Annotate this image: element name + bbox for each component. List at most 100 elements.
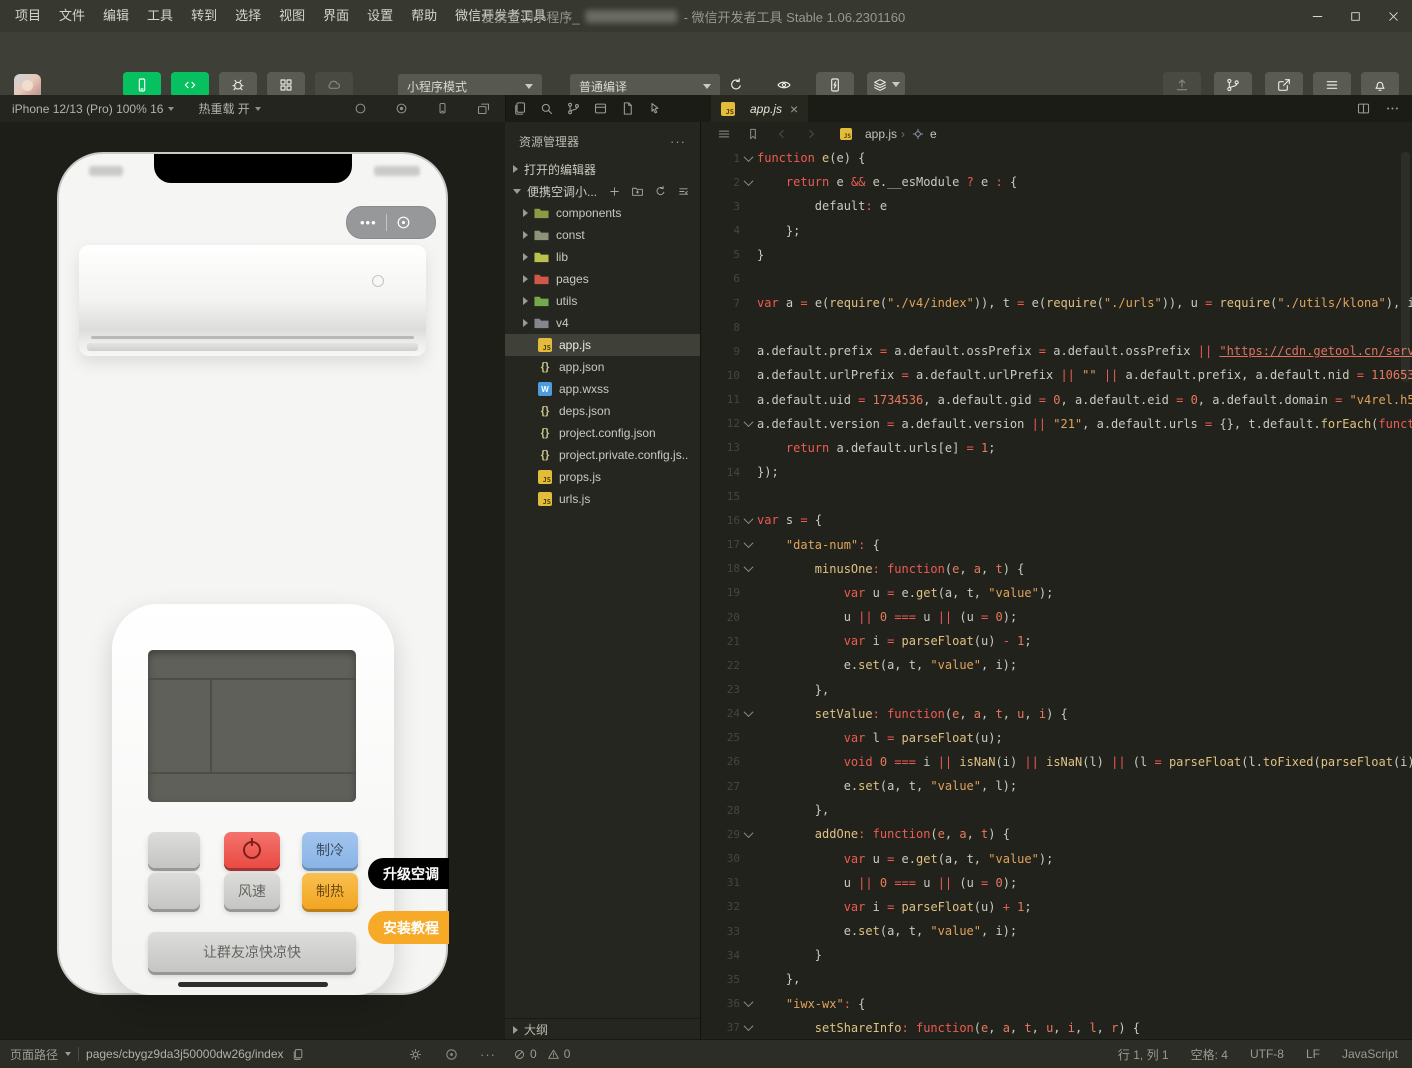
ring-icon[interactable] bbox=[353, 101, 368, 116]
file-tree-item-app.js[interactable]: JSapp.js bbox=[505, 334, 700, 356]
fold-chevron-icon[interactable] bbox=[740, 831, 757, 838]
preview-window-icon[interactable] bbox=[593, 101, 608, 116]
rotate-device-icon[interactable] bbox=[435, 101, 450, 116]
code-line-12[interactable]: 12a.default.version = a.default.version … bbox=[702, 412, 1412, 436]
code-line-5[interactable]: 5} bbox=[702, 243, 1412, 267]
new-file-icon[interactable] bbox=[608, 185, 621, 198]
menu-item-文件[interactable]: 文件 bbox=[50, 0, 94, 32]
code-line-32[interactable]: 32 var i = parseFloat(u) + 1; bbox=[702, 895, 1412, 919]
code-line-10[interactable]: 10a.default.urlPrefix = a.default.urlPre… bbox=[702, 363, 1412, 387]
upgrade-ac-pill[interactable]: 升级空调 bbox=[368, 858, 449, 889]
problems-indicator[interactable]: 0 0 bbox=[513, 1040, 570, 1068]
menu-item-选择[interactable]: 选择 bbox=[226, 0, 270, 32]
file-tree-item-app.wxss[interactable]: Wapp.wxss bbox=[505, 378, 700, 400]
code-line-30[interactable]: 30 var u = e.get(a, t, "value"); bbox=[702, 847, 1412, 871]
code-area[interactable]: 1function e(e) {2 return e && e.__esModu… bbox=[702, 146, 1412, 1040]
more-actions-icon[interactable] bbox=[1385, 101, 1400, 116]
code-line-16[interactable]: 16var s = { bbox=[702, 508, 1412, 532]
file-tree-item-project.config.json[interactable]: {}project.config.json bbox=[505, 422, 700, 444]
code-line-9[interactable]: 9a.default.prefix = a.default.ossPrefix … bbox=[702, 339, 1412, 363]
heat-button[interactable]: 制热 bbox=[302, 873, 358, 909]
tab-close-icon[interactable]: × bbox=[790, 102, 798, 116]
fold-chevron-icon[interactable] bbox=[740, 1024, 757, 1031]
git-branch-icon[interactable] bbox=[566, 101, 581, 116]
code-line-17[interactable]: 17 "data-num": { bbox=[702, 533, 1412, 557]
explorer-more-icon[interactable]: ··· bbox=[670, 134, 686, 149]
file-tree-item-lib[interactable]: lib bbox=[505, 246, 700, 268]
file-tree-item-deps.json[interactable]: {}deps.json bbox=[505, 400, 700, 422]
detach-window-icon[interactable] bbox=[476, 101, 491, 116]
remote-blank-button-2[interactable] bbox=[148, 873, 200, 909]
capsule-close-target-icon[interactable] bbox=[395, 214, 412, 231]
status-segment[interactable]: UTF-8 bbox=[1250, 1047, 1284, 1061]
code-line-11[interactable]: 11a.default.uid = 1734536, a.default.gid… bbox=[702, 388, 1412, 412]
fold-chevron-icon[interactable] bbox=[740, 1000, 757, 1007]
code-line-13[interactable]: 13 return a.default.urls[e] = 1; bbox=[702, 436, 1412, 460]
fold-chevron-icon[interactable] bbox=[740, 155, 757, 162]
code-line-27[interactable]: 27 e.set(a, t, "value", l); bbox=[702, 774, 1412, 798]
status-segment[interactable]: 空格: 4 bbox=[1191, 1046, 1228, 1063]
file-tree-item-props.js[interactable]: JSprops.js bbox=[505, 466, 700, 488]
fold-chevron-icon[interactable] bbox=[740, 565, 757, 572]
project-root-row[interactable]: 便携空调小... bbox=[505, 180, 700, 202]
code-line-14[interactable]: 14}); bbox=[702, 460, 1412, 484]
menu-item-帮助[interactable]: 帮助 bbox=[402, 0, 446, 32]
code-line-25[interactable]: 25 var l = parseFloat(u); bbox=[702, 726, 1412, 750]
outline-section[interactable]: 大纲 bbox=[505, 1018, 700, 1040]
install-tutorial-pill[interactable]: 安装教程 bbox=[368, 911, 449, 944]
code-line-36[interactable]: 36 "iwx-wx": { bbox=[702, 991, 1412, 1015]
code-line-24[interactable]: 24 setValue: function(e, a, t, u, i) { bbox=[702, 702, 1412, 726]
device-select[interactable]: iPhone 12/13 (Pro) 100% 16 bbox=[12, 102, 174, 116]
more-icon[interactable]: ··· bbox=[480, 1047, 496, 1062]
files-icon[interactable] bbox=[512, 101, 527, 116]
code-line-37[interactable]: 37 setShareInfo: function(e, a, t, u, i,… bbox=[702, 1016, 1412, 1040]
file-tree-item-app.json[interactable]: {}app.json bbox=[505, 356, 700, 378]
menu-item-项目[interactable]: 项目 bbox=[6, 0, 50, 32]
split-editor-icon[interactable] bbox=[1356, 101, 1371, 116]
share-wide-button[interactable]: 让群友凉快凉快 bbox=[148, 932, 356, 972]
new-folder-icon[interactable] bbox=[631, 185, 644, 198]
cool-button[interactable]: 制冷 bbox=[302, 832, 358, 868]
code-line-4[interactable]: 4 }; bbox=[702, 218, 1412, 242]
menu-item-界面[interactable]: 界面 bbox=[314, 0, 358, 32]
code-line-33[interactable]: 33 e.set(a, t, "value", i); bbox=[702, 919, 1412, 943]
status-segment[interactable]: JavaScript bbox=[1342, 1047, 1398, 1061]
tab-appjs[interactable]: JS app.js × bbox=[711, 95, 808, 122]
code-line-18[interactable]: 18 minusOne: function(e, a, t) { bbox=[702, 557, 1412, 581]
remote-blank-button-1[interactable] bbox=[148, 832, 200, 868]
hot-reload-toggle[interactable]: 热重载 开 bbox=[198, 100, 260, 117]
code-line-6[interactable]: 6 bbox=[702, 267, 1412, 291]
menu-item-视图[interactable]: 视图 bbox=[270, 0, 314, 32]
breadcrumb-file[interactable]: app.js bbox=[865, 127, 897, 141]
wechat-capsule[interactable]: ••• bbox=[346, 206, 436, 239]
file-tree-item-utils[interactable]: utils bbox=[505, 290, 700, 312]
file-tree-item-project.private.config.js..[interactable]: {}project.private.config.js.. bbox=[505, 444, 700, 466]
code-line-28[interactable]: 28 }, bbox=[702, 798, 1412, 822]
collapse-all-icon[interactable] bbox=[677, 185, 690, 198]
breadcrumb-symbol[interactable]: e bbox=[930, 127, 937, 141]
code-line-23[interactable]: 23 }, bbox=[702, 677, 1412, 701]
code-line-21[interactable]: 21 var i = parseFloat(u) - 1; bbox=[702, 629, 1412, 653]
menu-item-设置[interactable]: 设置 bbox=[358, 0, 402, 32]
code-line-31[interactable]: 31 u || 0 === u || (u = 0); bbox=[702, 871, 1412, 895]
code-line-26[interactable]: 26 void 0 === i || isNaN(i) || isNaN(l) … bbox=[702, 750, 1412, 774]
code-line-3[interactable]: 3 default: e bbox=[702, 194, 1412, 218]
code-line-2[interactable]: 2 return e && e.__esModule ? e : { bbox=[702, 170, 1412, 194]
code-line-20[interactable]: 20 u || 0 === u || (u = 0); bbox=[702, 605, 1412, 629]
file-tree-item-pages[interactable]: pages bbox=[505, 268, 700, 290]
file-doc-icon[interactable] bbox=[620, 101, 635, 116]
menu-item-编辑[interactable]: 编辑 bbox=[94, 0, 138, 32]
minimize-button[interactable] bbox=[1298, 0, 1336, 32]
file-tree-item-components[interactable]: components bbox=[505, 202, 700, 224]
maximize-button[interactable] bbox=[1336, 0, 1374, 32]
page-path-label[interactable]: 页面路径 bbox=[10, 1046, 58, 1063]
file-tree-item-v4[interactable]: v4 bbox=[505, 312, 700, 334]
close-button[interactable] bbox=[1374, 0, 1412, 32]
refresh-explorer-icon[interactable] bbox=[654, 185, 667, 198]
code-line-15[interactable]: 15 bbox=[702, 484, 1412, 508]
menu-item-工具[interactable]: 工具 bbox=[138, 0, 182, 32]
fan-speed-button[interactable]: 风速 bbox=[224, 873, 280, 909]
preview-eye-icon[interactable] bbox=[444, 1047, 459, 1062]
power-button[interactable] bbox=[224, 832, 280, 868]
code-line-22[interactable]: 22 e.set(a, t, "value", i); bbox=[702, 653, 1412, 677]
